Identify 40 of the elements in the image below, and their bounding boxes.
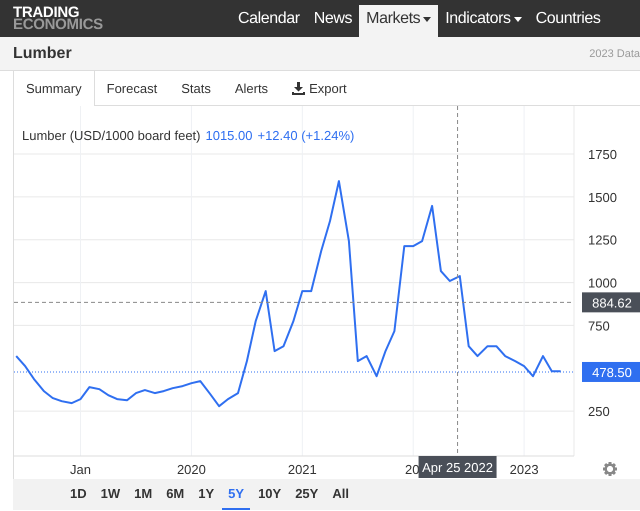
axis-label: 1250 (588, 232, 617, 248)
nav-item[interactable]: Calendar (231, 5, 307, 37)
range-button[interactable]: 25Y (289, 479, 324, 510)
nav-item[interactable]: Countries (528, 5, 608, 37)
axis-label: 250 (588, 404, 610, 420)
page-title: Lumber (13, 44, 72, 62)
range-button[interactable]: 10Y (252, 479, 288, 510)
range-button[interactable]: 6M (160, 479, 190, 510)
tab[interactable]: Summary (14, 71, 95, 106)
range-button[interactable]: 5Y (222, 479, 250, 510)
axis-label: 2023 (510, 462, 539, 477)
price-label: 478.50 (582, 362, 640, 382)
nav-item[interactable]: Markets (359, 5, 438, 37)
range-button[interactable]: 1Y (192, 479, 220, 510)
series-name: Lumber (USD/1000 board feet) (22, 128, 200, 143)
range-button[interactable]: 1D (64, 479, 93, 510)
price-value: 1015.00 (205, 128, 252, 143)
axis-label: 750 (588, 318, 610, 334)
logo-text: ECONOMICS (13, 19, 104, 31)
axis-label: 2021 (288, 462, 317, 477)
data-note: 2023 Data (589, 48, 640, 60)
logo-text: TRADING (13, 7, 80, 19)
price-label: 884.62 (582, 292, 640, 312)
axis-label: Jan (70, 462, 92, 477)
download-icon (292, 82, 306, 94)
ref-line-label: 884.62 (592, 295, 632, 310)
range-button[interactable]: 1M (128, 479, 158, 510)
nav-item[interactable]: Indicators (438, 5, 529, 37)
date-label: Apr 25 2022 (418, 456, 497, 478)
range-button[interactable]: 1W (94, 479, 126, 510)
price-change: +12.40 (+1.24%) (257, 128, 354, 143)
axis-label: 2020 (176, 462, 206, 477)
axis-label: 1500 (588, 190, 617, 205)
ref-line-label: Apr 25 2022 (422, 460, 493, 475)
axis-label: 1750 (588, 147, 617, 162)
range-button[interactable]: All (326, 479, 355, 510)
nav-item[interactable]: News (306, 5, 360, 37)
axis-label: 1000 (588, 276, 617, 291)
settings-icon[interactable] (603, 462, 617, 476)
ref-line-label: 478.50 (592, 364, 632, 380)
